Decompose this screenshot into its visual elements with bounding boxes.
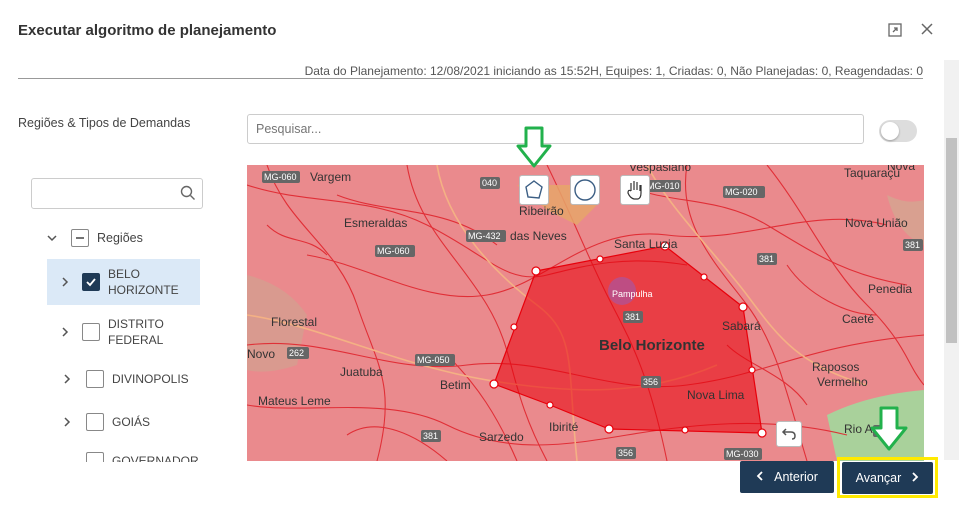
tree-item-label: BELO HORIZONTE (108, 267, 179, 297)
svg-text:381: 381 (625, 312, 640, 322)
chevron-left-icon (756, 470, 764, 484)
svg-text:356: 356 (643, 377, 658, 387)
svg-text:Juatuba: Juatuba (340, 365, 383, 379)
toggle-knob (881, 122, 899, 140)
svg-text:das Neves: das Neves (510, 229, 567, 243)
checkbox-indeterminate[interactable] (71, 229, 89, 247)
svg-text:356: 356 (618, 448, 633, 458)
chevron-down-icon[interactable] (45, 231, 59, 245)
circle-draw-icon[interactable] (570, 175, 600, 205)
search-icon (180, 185, 196, 206)
svg-text:040: 040 (482, 178, 497, 188)
tree-root-label: Regiões (97, 231, 143, 245)
svg-text:Raposos: Raposos (812, 360, 859, 374)
svg-text:Novo: Novo (247, 347, 275, 361)
checkbox[interactable] (86, 452, 104, 462)
tree-item-goias[interactable]: GOIÁS (60, 413, 150, 431)
tree-item-belo-horizonte[interactable]: BELO HORIZONTE (58, 266, 179, 298)
dialog-title: Executar algoritmo de planejamento (18, 22, 277, 39)
chevron-right-icon[interactable] (60, 415, 74, 429)
tree-item-divinopolis[interactable]: DIVINOPOLIS (60, 370, 189, 388)
arrow-down-icon (516, 126, 552, 168)
tree-search-input[interactable] (31, 178, 203, 209)
next-button[interactable]: Avançar (842, 462, 933, 494)
svg-text:Nova Lima: Nova Lima (687, 388, 745, 402)
svg-text:Santa Luzia: Santa Luzia (614, 237, 678, 251)
svg-text:381: 381 (759, 254, 774, 264)
header-divider (18, 78, 923, 79)
tree-item-label: DISTRITO FEDERAL (108, 317, 164, 347)
svg-text:MG-432: MG-432 (468, 231, 501, 241)
undo-icon[interactable] (776, 421, 802, 447)
map-canvas[interactable]: MG-060 040 MG-010 MG-020 MG-432 MG-060 3… (247, 165, 924, 461)
svg-text:Pampulha: Pampulha (612, 289, 653, 299)
previous-button-label: Anterior (774, 470, 818, 484)
svg-text:MG-060: MG-060 (264, 172, 297, 182)
svg-text:Mateus Leme: Mateus Leme (258, 394, 331, 408)
svg-text:MG-060: MG-060 (377, 246, 410, 256)
map-search-input[interactable] (247, 114, 864, 144)
svg-text:MG-030: MG-030 (726, 449, 759, 459)
svg-text:381: 381 (905, 240, 920, 250)
chevron-right-icon[interactable] (60, 372, 74, 386)
maximize-icon[interactable] (886, 22, 904, 40)
checkbox[interactable] (82, 323, 100, 341)
arrow-down-icon (870, 406, 908, 451)
checkbox[interactable] (86, 413, 104, 431)
chevron-right-icon[interactable] (60, 454, 74, 462)
checkbox-checked[interactable] (82, 273, 100, 291)
tree-item-label: DIVINOPOLIS (112, 372, 189, 386)
tree-item-governador[interactable]: GOVERNADOR (60, 452, 199, 462)
checkbox[interactable] (86, 370, 104, 388)
svg-text:MG-050: MG-050 (417, 355, 450, 365)
svg-text:MG-010: MG-010 (647, 181, 680, 191)
polygon-draw-icon[interactable] (519, 175, 549, 205)
svg-text:Vargem: Vargem (310, 170, 351, 184)
tree-item-distrito-federal[interactable]: DISTRITO FEDERAL (58, 316, 164, 348)
tree-item-label: GOVERNADOR (112, 454, 199, 462)
svg-text:Caeté: Caeté (842, 312, 874, 326)
previous-button[interactable]: Anterior (740, 461, 834, 493)
next-button-label: Avançar (855, 471, 902, 485)
svg-text:Belo Horizonte: Belo Horizonte (599, 337, 705, 354)
svg-text:Florestal: Florestal (271, 315, 317, 329)
chevron-right-icon[interactable] (58, 275, 72, 289)
svg-text:Nova: Nova (887, 165, 915, 173)
toggle-switch[interactable] (879, 120, 917, 142)
hand-pan-icon[interactable] (620, 175, 650, 205)
scrollbar-thumb[interactable] (946, 138, 957, 343)
svg-text:Sarzedo: Sarzedo (479, 430, 524, 444)
svg-text:Vespasiano: Vespasiano (629, 165, 691, 174)
chevron-right-icon (911, 471, 919, 485)
chevron-right-icon[interactable] (58, 325, 72, 339)
tree-item-governador-clip: GOVERNADOR (60, 452, 210, 462)
svg-text:262: 262 (289, 348, 304, 358)
svg-text:Vermelho: Vermelho (817, 375, 868, 389)
svg-text:Esmeraldas: Esmeraldas (344, 216, 407, 230)
svg-text:Ibirité: Ibirité (549, 420, 579, 434)
svg-text:Sabará: Sabará (722, 319, 761, 333)
svg-text:Ribeirão: Ribeirão (519, 204, 564, 218)
svg-text:Betim: Betim (440, 378, 471, 392)
planning-info: Data do Planejamento: 12/08/2021 inician… (304, 64, 923, 78)
tree-root-regioes[interactable]: Regiões (45, 229, 143, 247)
svg-text:Penedia: Penedia (868, 282, 912, 296)
svg-text:MG-020: MG-020 (725, 187, 758, 197)
regions-demand-types-label: Regiões & Tipos de Demandas (18, 116, 191, 130)
svg-text:Nova União: Nova União (845, 216, 908, 230)
close-icon[interactable] (918, 22, 936, 40)
tree-item-label: GOIÁS (112, 415, 151, 429)
svg-text:381: 381 (423, 431, 438, 441)
